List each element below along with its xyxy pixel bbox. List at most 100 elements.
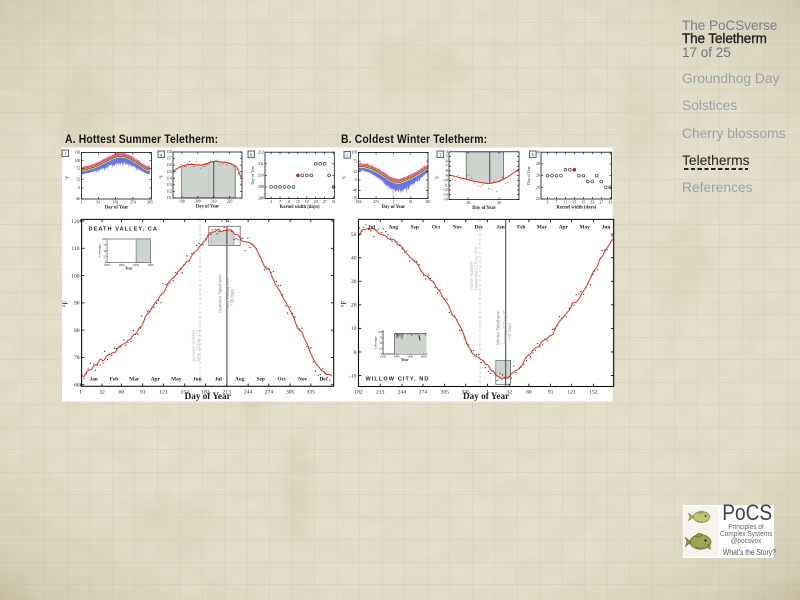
svg-text:27: 27 bbox=[599, 200, 603, 204]
svg-text:0: 0 bbox=[355, 178, 357, 182]
svg-text:220: 220 bbox=[227, 199, 233, 203]
svg-text:Oct: Oct bbox=[278, 377, 286, 383]
svg-text:130: 130 bbox=[75, 151, 81, 155]
svg-text:72: 72 bbox=[77, 166, 81, 170]
svg-text:Year: Year bbox=[125, 267, 133, 271]
svg-text:274: 274 bbox=[419, 390, 428, 396]
svg-text:23: 23 bbox=[590, 200, 594, 204]
svg-text:0: 0 bbox=[78, 186, 80, 190]
svg-text:+37 days: +37 days bbox=[507, 323, 512, 340]
svg-text:May: May bbox=[580, 224, 591, 230]
svg-text:182: 182 bbox=[354, 390, 363, 396]
svg-text:1: 1 bbox=[81, 200, 83, 204]
svg-text:Day of Year: Day of Year bbox=[472, 206, 496, 211]
svg-text:11: 11 bbox=[287, 200, 291, 204]
svg-text:100: 100 bbox=[75, 159, 81, 163]
svg-text:°F: °F bbox=[342, 175, 347, 180]
svg-text:Day of Year: Day of Year bbox=[185, 391, 231, 401]
svg-text:Day of Year: Day of Year bbox=[463, 391, 509, 401]
svg-text:210: 210 bbox=[211, 199, 217, 203]
svg-text:7: 7 bbox=[279, 200, 281, 204]
svg-text:1: 1 bbox=[79, 389, 82, 395]
svg-text:111: 111 bbox=[166, 196, 172, 200]
svg-text:181: 181 bbox=[425, 200, 431, 204]
svg-text:274: 274 bbox=[130, 200, 136, 204]
svg-text:305: 305 bbox=[441, 390, 450, 396]
svg-text:Feb: Feb bbox=[110, 377, 119, 383]
svg-text:27: 27 bbox=[323, 200, 327, 204]
svg-text:80: 80 bbox=[74, 328, 80, 334]
svg-text:i: i bbox=[347, 154, 348, 158]
svg-text:-40: -40 bbox=[352, 189, 357, 193]
svg-text:274: 274 bbox=[373, 200, 379, 204]
svg-text:23: 23 bbox=[314, 200, 318, 204]
svg-text:December 21/Day 355: December 21/Day 355 bbox=[473, 246, 478, 290]
svg-text:-9: -9 bbox=[445, 174, 448, 178]
svg-text:-8: -8 bbox=[445, 169, 448, 173]
svg-text:2000: 2000 bbox=[421, 354, 427, 358]
svg-text:Oct: Oct bbox=[432, 224, 440, 230]
svg-text:31: 31 bbox=[608, 200, 612, 204]
svg-text:WILLOW CITY, ND: WILLOW CITY, ND bbox=[366, 377, 430, 383]
svg-text:30: 30 bbox=[497, 201, 501, 205]
svg-text:274: 274 bbox=[265, 389, 274, 395]
svg-text:121: 121 bbox=[567, 390, 576, 396]
svg-text:200: 200 bbox=[195, 199, 201, 203]
svg-text:335: 335 bbox=[307, 389, 316, 395]
svg-text:15: 15 bbox=[572, 200, 576, 204]
svg-text:Dec: Dec bbox=[319, 377, 328, 383]
svg-text:24: 24 bbox=[536, 185, 540, 189]
svg-text:Jun: Jun bbox=[602, 224, 611, 230]
svg-text:91: 91 bbox=[548, 390, 554, 396]
svg-text:100: 100 bbox=[71, 273, 80, 279]
svg-text:Coverage: Coverage bbox=[98, 244, 102, 257]
svg-text:Jul: Jul bbox=[368, 224, 376, 230]
svg-text:244: 244 bbox=[398, 390, 407, 396]
svg-text:DEATH VALLEY, CA: DEATH VALLEY, CA bbox=[89, 227, 158, 233]
svg-text:365: 365 bbox=[147, 200, 153, 204]
svg-text:213: 213 bbox=[376, 390, 385, 396]
svg-text:-13: -13 bbox=[443, 193, 448, 197]
svg-text:114: 114 bbox=[166, 176, 172, 180]
svg-text:112: 112 bbox=[166, 190, 172, 194]
svg-text:100: 100 bbox=[102, 237, 107, 241]
svg-text:g: g bbox=[160, 153, 162, 157]
svg-text:110: 110 bbox=[71, 246, 79, 252]
svg-text:90: 90 bbox=[74, 301, 80, 307]
svg-text:72: 72 bbox=[354, 159, 358, 163]
svg-text:Nov: Nov bbox=[453, 224, 462, 230]
svg-text:22: 22 bbox=[536, 197, 540, 201]
svg-text:Nov: Nov bbox=[298, 377, 307, 383]
svg-text:Aug: Aug bbox=[389, 224, 399, 230]
svg-text:May: May bbox=[171, 377, 182, 383]
svg-text:-10: -10 bbox=[349, 373, 357, 379]
svg-text:11: 11 bbox=[564, 200, 568, 204]
svg-text:30: 30 bbox=[536, 150, 540, 154]
svg-text:15: 15 bbox=[296, 200, 300, 204]
svg-text:31: 31 bbox=[332, 200, 336, 204]
svg-text:152: 152 bbox=[589, 390, 598, 396]
svg-text:June 21/Day 172: June 21/Day 172 bbox=[195, 329, 200, 362]
svg-text:-10: -10 bbox=[443, 179, 448, 183]
svg-text:+38 days: +38 days bbox=[229, 289, 234, 306]
svg-text:°F: °F bbox=[62, 301, 70, 308]
svg-text:Jan: Jan bbox=[89, 377, 97, 383]
svg-text:Jul: Jul bbox=[215, 377, 223, 383]
svg-text:32: 32 bbox=[99, 389, 105, 395]
svg-text:115: 115 bbox=[166, 170, 172, 174]
svg-text:120: 120 bbox=[71, 219, 80, 225]
svg-text:Dec: Dec bbox=[475, 224, 484, 230]
svg-text:1: 1 bbox=[393, 200, 395, 204]
svg-text:Jan: Jan bbox=[496, 224, 504, 230]
svg-text:30: 30 bbox=[351, 279, 357, 285]
svg-text:°F: °F bbox=[159, 174, 164, 179]
svg-text:Kernel width (days): Kernel width (days) bbox=[556, 205, 596, 210]
svg-text:208: 208 bbox=[258, 197, 264, 201]
svg-text:28: 28 bbox=[536, 162, 540, 166]
svg-text:1900: 1900 bbox=[394, 354, 400, 358]
svg-text:209: 209 bbox=[258, 185, 264, 189]
svg-text:h: h bbox=[250, 153, 252, 157]
svg-text:Jun: Jun bbox=[193, 377, 202, 383]
svg-text:40: 40 bbox=[351, 256, 357, 262]
svg-text:32: 32 bbox=[354, 170, 358, 174]
